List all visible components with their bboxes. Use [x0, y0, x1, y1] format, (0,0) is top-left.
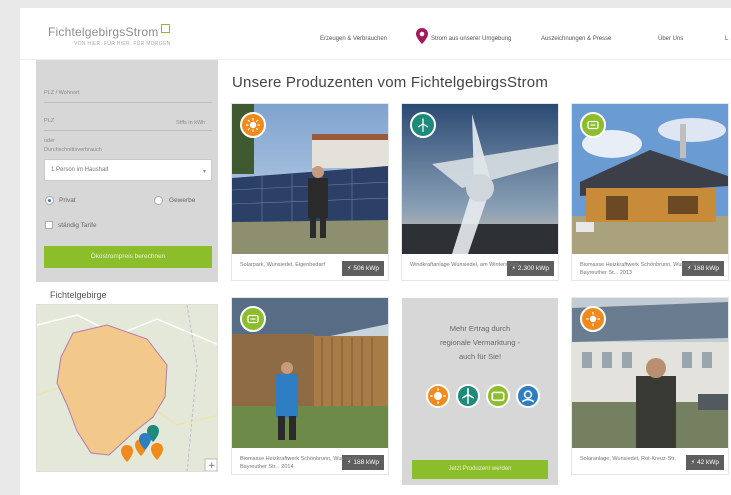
wind-turbine-icon: [456, 384, 480, 408]
producer-caption: Biomasse Heizkraftwerk Schönbrunn, Wunsi…: [580, 262, 701, 276]
producer-card-solaranlage[interactable]: ⚡ 42 kWp Solaranlage, Wunsiedel, Rot-Kre…: [572, 298, 728, 474]
producer-card-biomasse-2013[interactable]: ⚡ 188 kWp Biomasse Heizkraftwerk Schönbr…: [572, 104, 728, 280]
nav-item-auszeichnungen[interactable]: Auszeichnungen & Presse: [541, 36, 611, 42]
radio-gewerbe-label: Gewerbe: [169, 197, 196, 204]
map-title: Fichtelgebirge: [50, 290, 107, 300]
radio-privat[interactable]: [45, 196, 54, 205]
promo-text: Mehr Ertrag durch regionale Vermarktung …: [439, 324, 521, 361]
biomass-icon: [580, 112, 606, 138]
producer-caption: Biomasse Heizkraftwerk Schönbrunn, Wunsi…: [240, 456, 361, 470]
svg-text:+: +: [208, 461, 216, 471]
plz-wohnort-label: PLZ / Wohnort: [44, 90, 80, 96]
map-zoom-in-icon[interactable]: +: [204, 458, 217, 471]
producer-card-biomasse-2014[interactable]: ⚡ 188 kWp Biomasse Heizkraftwerk Schönbr…: [232, 298, 388, 474]
tarife-checkbox[interactable]: [45, 221, 53, 229]
tariff-calculator-form: PLZ / Wohnort PLZ Stffs in kWh oder Durc…: [36, 60, 218, 282]
logo-box-icon: [160, 24, 170, 33]
sun-icon: [426, 384, 450, 408]
producer-card-solarpark[interactable]: ⚡ 506 kWp Solarpark, Wunsiedel, Eigenbed…: [232, 104, 388, 280]
logo-text: FichtelgebirgsStrom: [48, 25, 159, 39]
kwh-hint: Stffs in kWh: [176, 120, 206, 126]
calculate-button[interactable]: Ökostrompreis berechnen: [44, 246, 212, 268]
map-pin-icon: [416, 28, 428, 44]
logo-tagline: VON HIER. FÜR HIER. FÜR MORGEN: [74, 41, 171, 47]
producer-card-windkraft[interactable]: ⚡ 2.300 kWp Windkraftanlage Wunsiedel, a…: [402, 104, 558, 280]
sun-icon: [580, 306, 606, 332]
producer-caption: Windkraftanlage Wunsiedel, am Wintersber…: [410, 262, 519, 268]
nav-item-strom-umgebung[interactable]: Strom aus unserer Umgebung: [431, 36, 511, 42]
producer-caption: Solarpark, Wunsiedel, Eigenbedarf: [240, 262, 325, 268]
tarife-checkbox-label: ständig Tarife: [58, 222, 97, 229]
plz-wohnort-input[interactable]: [44, 102, 212, 103]
logo[interactable]: FichtelgebirgsStrom VON HIER. FÜR HIER. …: [48, 24, 171, 47]
page: FichtelgebirgsStrom VON HIER. FÜR HIER. …: [20, 8, 731, 495]
oder-label: oder: [44, 138, 56, 144]
nav-item-erzeugen[interactable]: Erzeugen & Verbrauchen: [320, 36, 387, 42]
biomass-icon: [486, 384, 510, 408]
wind-turbine-icon: [410, 112, 436, 138]
site-header: FichtelgebirgsStrom VON HIER. FÜR HIER. …: [20, 8, 731, 60]
sun-icon: [240, 112, 266, 138]
durchschnitt-label: Durchschnittsverbrauch: [44, 147, 102, 153]
chevron-down-icon: ▾: [202, 169, 206, 175]
region-map-graphic: +: [37, 305, 217, 471]
radio-privat-label: Privat: [59, 197, 76, 204]
nav-item-ueber-uns[interactable]: Über Uns: [658, 36, 683, 42]
biomass-icon: [240, 306, 266, 332]
water-icon: [516, 384, 540, 408]
page-title: Unsere Produzenten vom FichtelgebirgsStr…: [232, 74, 549, 91]
producer-caption: Solaranlage, Wunsiedel, Rot-Kreuz-Str.: [580, 456, 676, 462]
become-producer-button[interactable]: Jetzt Produzent werden: [412, 460, 548, 479]
become-producer-promo: Mehr Ertrag durch regionale Vermarktung …: [402, 298, 558, 485]
household-select-value: 1 Person im Haushalt: [51, 167, 109, 173]
household-select[interactable]: 1 Person im Haushalt ▾: [44, 159, 212, 181]
nav-item-more[interactable]: L: [725, 36, 728, 42]
region-map[interactable]: +: [36, 304, 218, 472]
kwh-input[interactable]: [44, 130, 212, 131]
radio-gewerbe[interactable]: [154, 196, 163, 205]
